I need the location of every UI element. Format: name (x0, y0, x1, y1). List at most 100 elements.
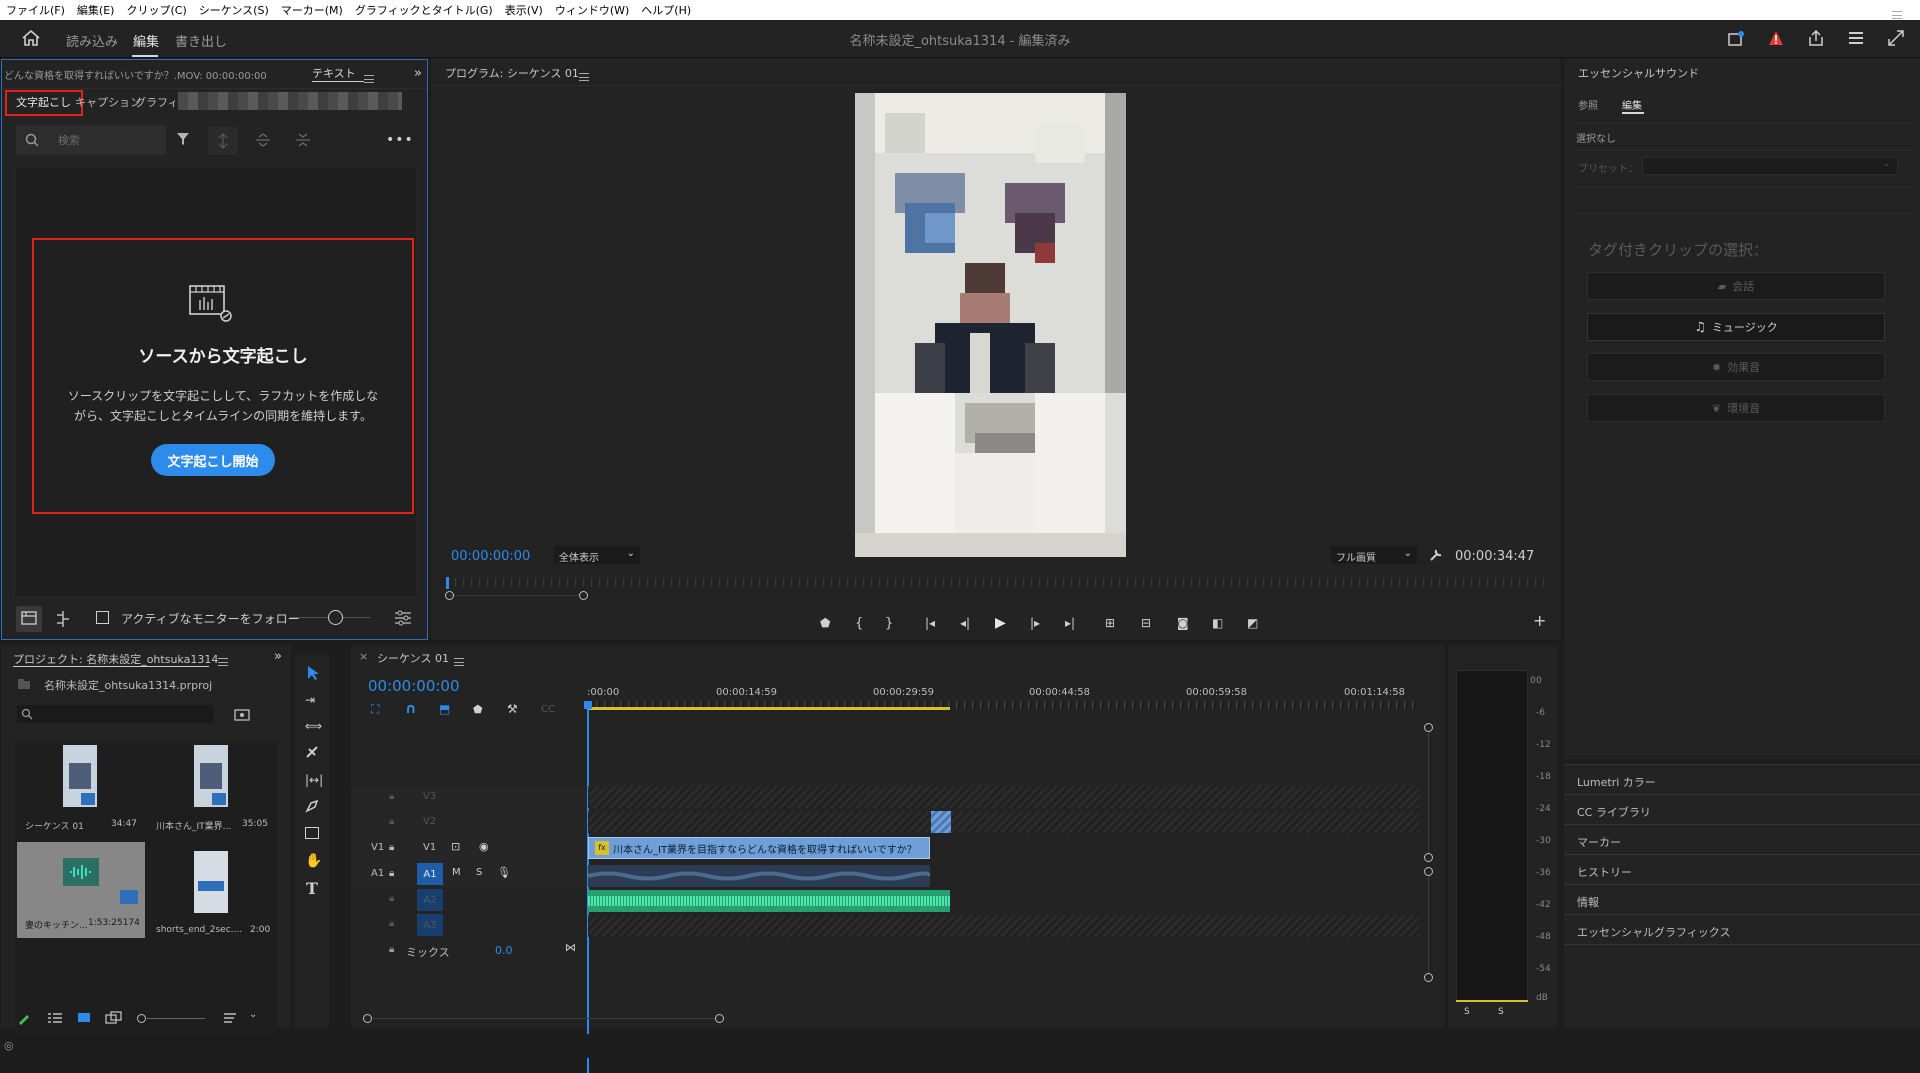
v2-graphic-clip[interactable] (931, 811, 951, 833)
track-label-v3[interactable]: V3 (423, 791, 436, 802)
tab-edit[interactable]: 編集 (1622, 97, 1642, 112)
tab-graphics[interactable]: グラフィック (135, 94, 175, 110)
zoom-handle-left[interactable] (445, 591, 454, 600)
v-scroll-handle[interactable] (1424, 723, 1433, 732)
extract-icon[interactable]: ⊟ (1141, 616, 1177, 630)
search-input[interactable]: 検索 (16, 125, 166, 155)
tab-captions[interactable]: キャプション (75, 94, 141, 110)
menu-marker[interactable]: マーカー(M) (281, 2, 343, 18)
captions-icon[interactable]: CC (541, 704, 575, 715)
panel-menu-icon[interactable] (364, 75, 374, 83)
chevron-down-icon[interactable]: ⌄ (249, 1009, 257, 1020)
render-status-icon[interactable]: ◎ (4, 1039, 14, 1052)
collapse-icon[interactable] (294, 132, 312, 151)
track-select-tool-icon[interactable]: ⇥ (305, 693, 315, 707)
lock-icon[interactable]: 🔒︎ (389, 893, 394, 904)
thumb-size-handle[interactable] (137, 1014, 146, 1023)
more-options-icon[interactable]: ••• (386, 132, 414, 148)
project-overflow-icon[interactable]: » (274, 649, 282, 664)
proxy-toggle-icon[interactable]: ◩ (1247, 616, 1282, 630)
playhead-handle[interactable] (584, 701, 592, 709)
close-icon[interactable]: × (359, 650, 368, 663)
a2-audio-clip[interactable] (588, 890, 950, 912)
quick-export-badge-icon[interactable] (1728, 31, 1744, 50)
track-label-v1[interactable]: V1 (423, 842, 436, 853)
program-time-ruler[interactable] (447, 578, 1547, 587)
program-menu-icon[interactable] (579, 73, 589, 81)
new-bin-icon[interactable] (234, 707, 250, 724)
sort-icon[interactable] (223, 1011, 241, 1028)
sidebar-markers[interactable]: マーカー (1577, 834, 1621, 850)
list-view-icon[interactable] (47, 1011, 63, 1028)
selection-tool-icon[interactable] (306, 665, 320, 684)
ambience-button[interactable]: ❦ 環境音 (1587, 394, 1885, 422)
zoom-slider-handle[interactable] (328, 610, 343, 625)
lock-icon[interactable]: 🔒︎ (389, 918, 394, 929)
mark-in-icon[interactable]: { (855, 616, 885, 631)
microphone-icon[interactable]: 🎙︎ (497, 866, 511, 879)
linked-selection-icon[interactable]: ⬒ (439, 702, 473, 716)
mix-volume-value[interactable]: 0.0 (495, 944, 513, 957)
ripple-edit-tool-icon[interactable]: ⟺ (305, 719, 322, 733)
tab-browse[interactable]: 参照 (1578, 97, 1598, 112)
razor-tool-icon[interactable] (305, 745, 319, 762)
a-scroll-handle[interactable] (1424, 973, 1433, 982)
pen-tool-icon[interactable] (305, 799, 319, 816)
icon-view-icon[interactable] (77, 1011, 91, 1028)
sfx-button[interactable]: ✹ 効果音 (1587, 353, 1885, 381)
sidebar-info[interactable]: 情報 (1577, 894, 1599, 910)
workspaces-menu-icon[interactable] (1848, 31, 1864, 48)
lock-icon[interactable]: 🔒︎ (389, 791, 394, 802)
menu-help[interactable]: ヘルプ(H) (641, 2, 691, 18)
source-patch-v1[interactable]: V1 (371, 842, 384, 853)
expand-icon[interactable] (208, 127, 238, 155)
track-label-a2[interactable]: A2 (417, 889, 443, 911)
essential-sound-menu-icon[interactable] (1892, 11, 1902, 19)
sidebar-lumetri-color[interactable]: Lumetri カラー (1577, 774, 1656, 790)
transcript-view-icon[interactable] (16, 606, 42, 632)
snap-icon[interactable]: ∩ (405, 701, 439, 717)
type-tool-icon[interactable]: T (306, 879, 318, 898)
program-timecode[interactable]: 00:00:00:00 (451, 549, 530, 564)
menu-window[interactable]: ウィンドウ(W) (555, 2, 629, 18)
project-search-input[interactable] (17, 705, 213, 723)
project-item-selected[interactable]: 妻のキッチン... 1:53:25174 (17, 842, 145, 938)
track-label-v2[interactable]: V2 (423, 816, 436, 827)
slip-tool-icon[interactable]: |↔| (305, 773, 323, 787)
menu-view[interactable]: 表示(V) (505, 2, 543, 18)
follow-monitor-checkbox[interactable] (96, 611, 109, 624)
add-marker-icon[interactable]: ⬟ (473, 703, 507, 716)
h-scroll-handle-right[interactable] (715, 1014, 724, 1023)
track-v3[interactable] (588, 786, 1420, 808)
preset-dropdown[interactable]: ⌄ (1642, 157, 1898, 175)
comparison-view-icon[interactable]: ◧ (1212, 616, 1247, 630)
text-panel-tab[interactable]: テキスト (312, 65, 356, 81)
step-back-icon[interactable]: ◂| (960, 616, 995, 630)
start-transcription-button[interactable]: 文字起こし開始 (151, 444, 275, 476)
track-v2[interactable] (588, 811, 1420, 833)
settings-sliders-icon[interactable] (394, 609, 412, 630)
sidebar-essential-graphics[interactable]: エッセンシャルグラフィックス (1577, 924, 1730, 940)
fullscreen-icon[interactable] (1888, 30, 1904, 49)
menu-file[interactable]: ファイル(F) (6, 2, 65, 18)
button-editor-plus-icon[interactable]: + (1533, 611, 1546, 630)
source-patch-a1[interactable]: A1 (371, 868, 384, 879)
play-icon[interactable]: ▶ (995, 615, 1030, 631)
go-to-in-icon[interactable]: |◂ (925, 616, 960, 630)
track-label-a1[interactable]: A1 (417, 863, 443, 885)
rectangle-tool-icon[interactable] (305, 827, 319, 839)
caption-track-icon[interactable] (54, 610, 72, 631)
go-to-out-icon[interactable]: ▸| (1065, 616, 1105, 630)
music-button[interactable]: ♫ ミュージック (1587, 313, 1885, 341)
scroll-up-icon[interactable] (254, 132, 272, 151)
freeform-view-icon[interactable] (105, 1011, 123, 1028)
project-item-thumb[interactable] (194, 851, 228, 913)
add-marker-icon[interactable]: ⬟ (820, 616, 855, 630)
h-scroll-handle-left[interactable] (363, 1014, 372, 1023)
lock-icon[interactable]: 🔒︎ (389, 944, 394, 955)
step-forward-icon[interactable]: |▸ (1030, 616, 1065, 630)
timeline-menu-icon[interactable] (454, 658, 464, 666)
lift-icon[interactable]: ⊞ (1105, 616, 1141, 630)
zoom-handle-right[interactable] (579, 591, 588, 600)
dialogue-button[interactable]: ▰ 会話 (1587, 272, 1885, 300)
